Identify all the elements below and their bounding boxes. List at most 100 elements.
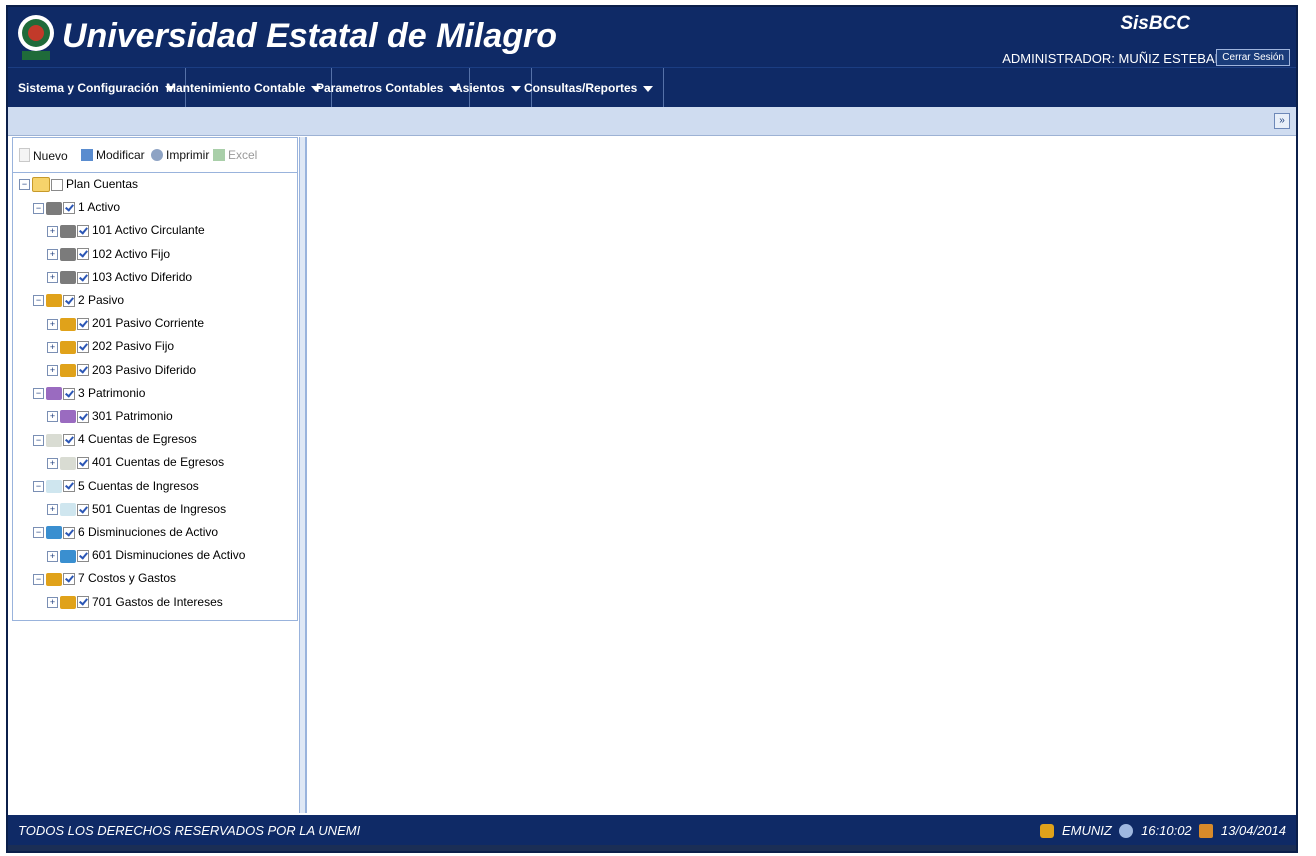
- main-menu: Sistema y Configuración Mantenimiento Co…: [8, 67, 1296, 108]
- tree-toolbar: Nuevo Modificar Imprimir Excel: [13, 138, 297, 173]
- expand-node-icon[interactable]: +: [47, 248, 58, 260]
- tree-checkbox[interactable]: [63, 573, 75, 586]
- print-button[interactable]: Imprimir: [151, 148, 209, 162]
- account-type-icon: [46, 433, 62, 447]
- collapse-icon[interactable]: »: [1274, 113, 1290, 129]
- chevron-down-icon: [643, 85, 654, 92]
- tree-account-node[interactable]: +301 Patrimonio: [47, 407, 173, 425]
- expand-node-icon[interactable]: +: [47, 550, 58, 562]
- tree-node-label: 601 Disminuciones de Activo: [92, 548, 246, 563]
- tree-checkbox[interactable]: [63, 294, 75, 307]
- collapse-node-icon[interactable]: −: [33, 388, 44, 400]
- tree-account-node[interactable]: +401 Cuentas de Egresos: [47, 453, 224, 471]
- tree-checkbox[interactable]: [77, 410, 89, 423]
- tree-group-node[interactable]: − 6 Disminuciones de Activo: [33, 523, 218, 541]
- expand-node-icon[interactable]: +: [47, 225, 58, 237]
- tree-node-label: 2 Pasivo: [78, 293, 125, 307]
- info-strip: »: [8, 107, 1296, 136]
- clock-icon: [1119, 824, 1134, 838]
- tree-group-node[interactable]: − 7 Costos y Gastos: [33, 569, 176, 587]
- status-bar: TODOS LOS DERECHOS RESERVADOS POR LA UNE…: [8, 815, 1296, 845]
- tree-checkbox[interactable]: [63, 480, 75, 493]
- logout-button[interactable]: Cerrar Sesión: [1216, 49, 1290, 66]
- tree-checkbox[interactable]: [63, 526, 75, 539]
- edit-button[interactable]: Modificar: [81, 148, 145, 162]
- tree-checkbox[interactable]: [77, 341, 89, 354]
- copyright-text: TODOS LOS DERECHOS RESERVADOS POR LA UNE…: [18, 823, 361, 838]
- expand-node-icon[interactable]: +: [47, 272, 58, 284]
- expand-node-icon[interactable]: +: [47, 411, 58, 423]
- tree-node-label: 7 Costos y Gastos: [78, 571, 177, 586]
- expand-node-icon[interactable]: +: [47, 318, 58, 330]
- tree-checkbox[interactable]: [77, 503, 89, 516]
- tree-checkbox[interactable]: [63, 202, 75, 215]
- tree-account-node[interactable]: +202 Pasivo Fijo: [47, 337, 174, 355]
- account-type-icon: [60, 247, 76, 261]
- tree-checkbox[interactable]: [77, 550, 89, 563]
- tree-group-node[interactable]: − 4 Cuentas de Egresos: [33, 430, 197, 448]
- account-type-icon: [60, 363, 76, 377]
- main-content-area: [306, 137, 1296, 813]
- tree-account-node[interactable]: +701 Gastos de Intereses: [47, 593, 223, 611]
- account-type-icon: [60, 456, 76, 470]
- account-type-icon: [46, 201, 62, 215]
- collapse-node-icon[interactable]: −: [33, 527, 44, 539]
- tree-node-label: 203 Pasivo Diferido: [92, 362, 197, 377]
- tree-root[interactable]: − Plan Cuentas: [19, 175, 138, 193]
- tree-group-node[interactable]: − 5 Cuentas de Ingresos: [33, 477, 199, 495]
- document-icon: [19, 148, 30, 162]
- tree-checkbox[interactable]: [63, 387, 75, 400]
- tree-checkbox[interactable]: [77, 225, 89, 238]
- tree-checkbox[interactable]: [51, 178, 63, 191]
- excel-button[interactable]: Excel: [213, 148, 257, 162]
- tree-node-label: 6 Disminuciones de Activo: [78, 525, 219, 539]
- app-window: Universidad Estatal de Milagro SisBCC AD…: [6, 5, 1298, 853]
- edit-icon: [81, 149, 93, 161]
- tree-checkbox[interactable]: [63, 434, 75, 447]
- account-type-icon: [60, 595, 76, 609]
- tree-checkbox[interactable]: [77, 596, 89, 609]
- collapse-node-icon[interactable]: −: [33, 202, 44, 214]
- collapse-node-icon[interactable]: −: [33, 295, 44, 307]
- expand-node-icon[interactable]: +: [47, 596, 58, 608]
- panel-splitter[interactable]: [299, 137, 306, 813]
- expand-node-icon[interactable]: +: [47, 364, 58, 376]
- tree-account-node[interactable]: +203 Pasivo Diferido: [47, 361, 196, 379]
- expand-node-icon[interactable]: +: [47, 341, 58, 353]
- expand-node-icon[interactable]: +: [47, 504, 58, 516]
- tree-account-node[interactable]: +601 Disminuciones de Activo: [47, 546, 245, 564]
- printer-icon: [151, 149, 163, 161]
- menu-consultas-reportes[interactable]: Consultas/Reportes: [514, 68, 665, 108]
- tree-account-node[interactable]: +103 Activo Diferido: [47, 268, 192, 286]
- expand-node-icon[interactable]: +: [47, 457, 58, 469]
- tree-checkbox[interactable]: [77, 318, 89, 331]
- collapse-node-icon[interactable]: −: [19, 179, 30, 191]
- tree-checkbox[interactable]: [77, 248, 89, 261]
- collapse-node-icon[interactable]: −: [33, 573, 44, 585]
- new-button[interactable]: Nuevo: [19, 148, 68, 163]
- tree-checkbox[interactable]: [77, 457, 89, 470]
- tree-node-label: 5 Cuentas de Ingresos: [78, 478, 199, 493]
- tree-group-node[interactable]: − 3 Patrimonio: [33, 384, 145, 402]
- collapse-node-icon[interactable]: −: [33, 480, 44, 492]
- tree-account-node[interactable]: +102 Activo Fijo: [47, 245, 170, 263]
- tree-node-label: 201 Pasivo Corriente: [92, 316, 205, 331]
- tree-checkbox[interactable]: [77, 271, 89, 284]
- tree-group-node[interactable]: − 2 Pasivo: [33, 291, 124, 309]
- account-type-icon: [46, 294, 62, 308]
- calendar-icon: [1199, 824, 1214, 838]
- account-type-icon: [46, 387, 62, 401]
- tree-group-node[interactable]: − 1 Activo: [33, 198, 120, 216]
- tree-account-node[interactable]: +101 Activo Circulante: [47, 221, 205, 239]
- tree-account-node[interactable]: +201 Pasivo Corriente: [47, 314, 204, 332]
- tree-node-label: 4 Cuentas de Egresos: [78, 432, 197, 447]
- collapse-node-icon[interactable]: −: [33, 434, 44, 446]
- account-type-icon: [46, 479, 62, 493]
- tree-node-label: 401 Cuentas de Egresos: [92, 455, 225, 470]
- tree-checkbox[interactable]: [77, 364, 89, 377]
- tree-node-label: 701 Gastos de Intereses: [92, 594, 223, 609]
- tree-node-label: 301 Patrimonio: [92, 409, 173, 423]
- folder-icon: [32, 177, 50, 193]
- tree-node-label: 102 Activo Fijo: [92, 246, 171, 261]
- tree-account-node[interactable]: +501 Cuentas de Ingresos: [47, 500, 226, 518]
